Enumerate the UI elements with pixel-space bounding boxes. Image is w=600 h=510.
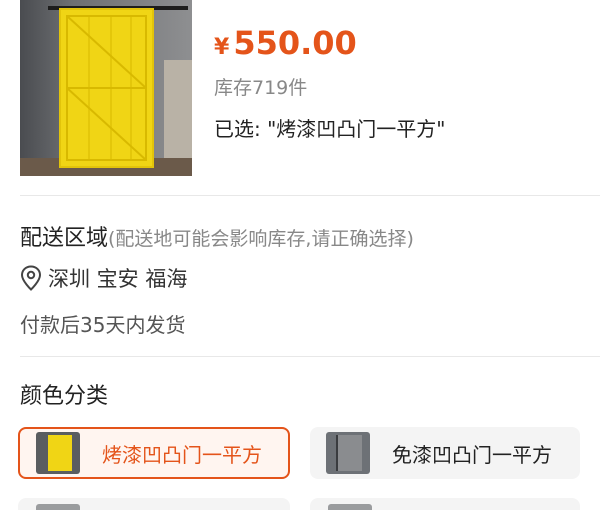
option-thumbnail (328, 504, 372, 510)
price-value: 550.00 (233, 24, 357, 62)
delivery-hint: (配送地可能会影响库存,请正确选择) (108, 228, 414, 250)
thumbnail-shelf (164, 60, 192, 170)
thumbnail-door (59, 8, 154, 168)
currency-symbol: ¥ (214, 35, 230, 60)
option-thumbnail (326, 432, 370, 474)
color-option-partial[interactable] (18, 498, 290, 510)
product-thumbnail[interactable] (20, 0, 192, 176)
option-thumbnail (36, 432, 80, 474)
address-text: 深圳 宝安 福海 (48, 267, 188, 291)
divider (20, 356, 600, 357)
product-price: ¥ 550.00 (214, 24, 357, 62)
stock-count: 库存719件 (214, 77, 308, 99)
option-label: 烤漆凹凸门一平方 (102, 442, 262, 467)
delivery-title: 配送区域 (20, 226, 109, 251)
selected-variant: 已选: "烤漆凹凸门一平方" (214, 117, 446, 141)
color-section-title: 颜色分类 (20, 384, 109, 409)
divider (20, 195, 600, 196)
delivery-section-title: 配送区域(配送地可能会影响库存,请正确选择) (20, 220, 414, 252)
option-thumbnail (36, 504, 80, 510)
delivery-address[interactable]: 深圳 宝安 福海 (20, 263, 187, 293)
color-option-painted[interactable]: 烤漆凹凸门一平方 (18, 427, 290, 479)
location-pin-icon (20, 265, 42, 291)
door-pattern (66, 15, 147, 161)
color-option-unpainted[interactable]: 免漆凹凸门一平方 (310, 427, 580, 479)
option-label: 免漆凹凸门一平方 (392, 442, 552, 467)
shipping-time: 付款后35天内发货 (20, 313, 186, 337)
color-option-partial[interactable] (310, 498, 580, 510)
